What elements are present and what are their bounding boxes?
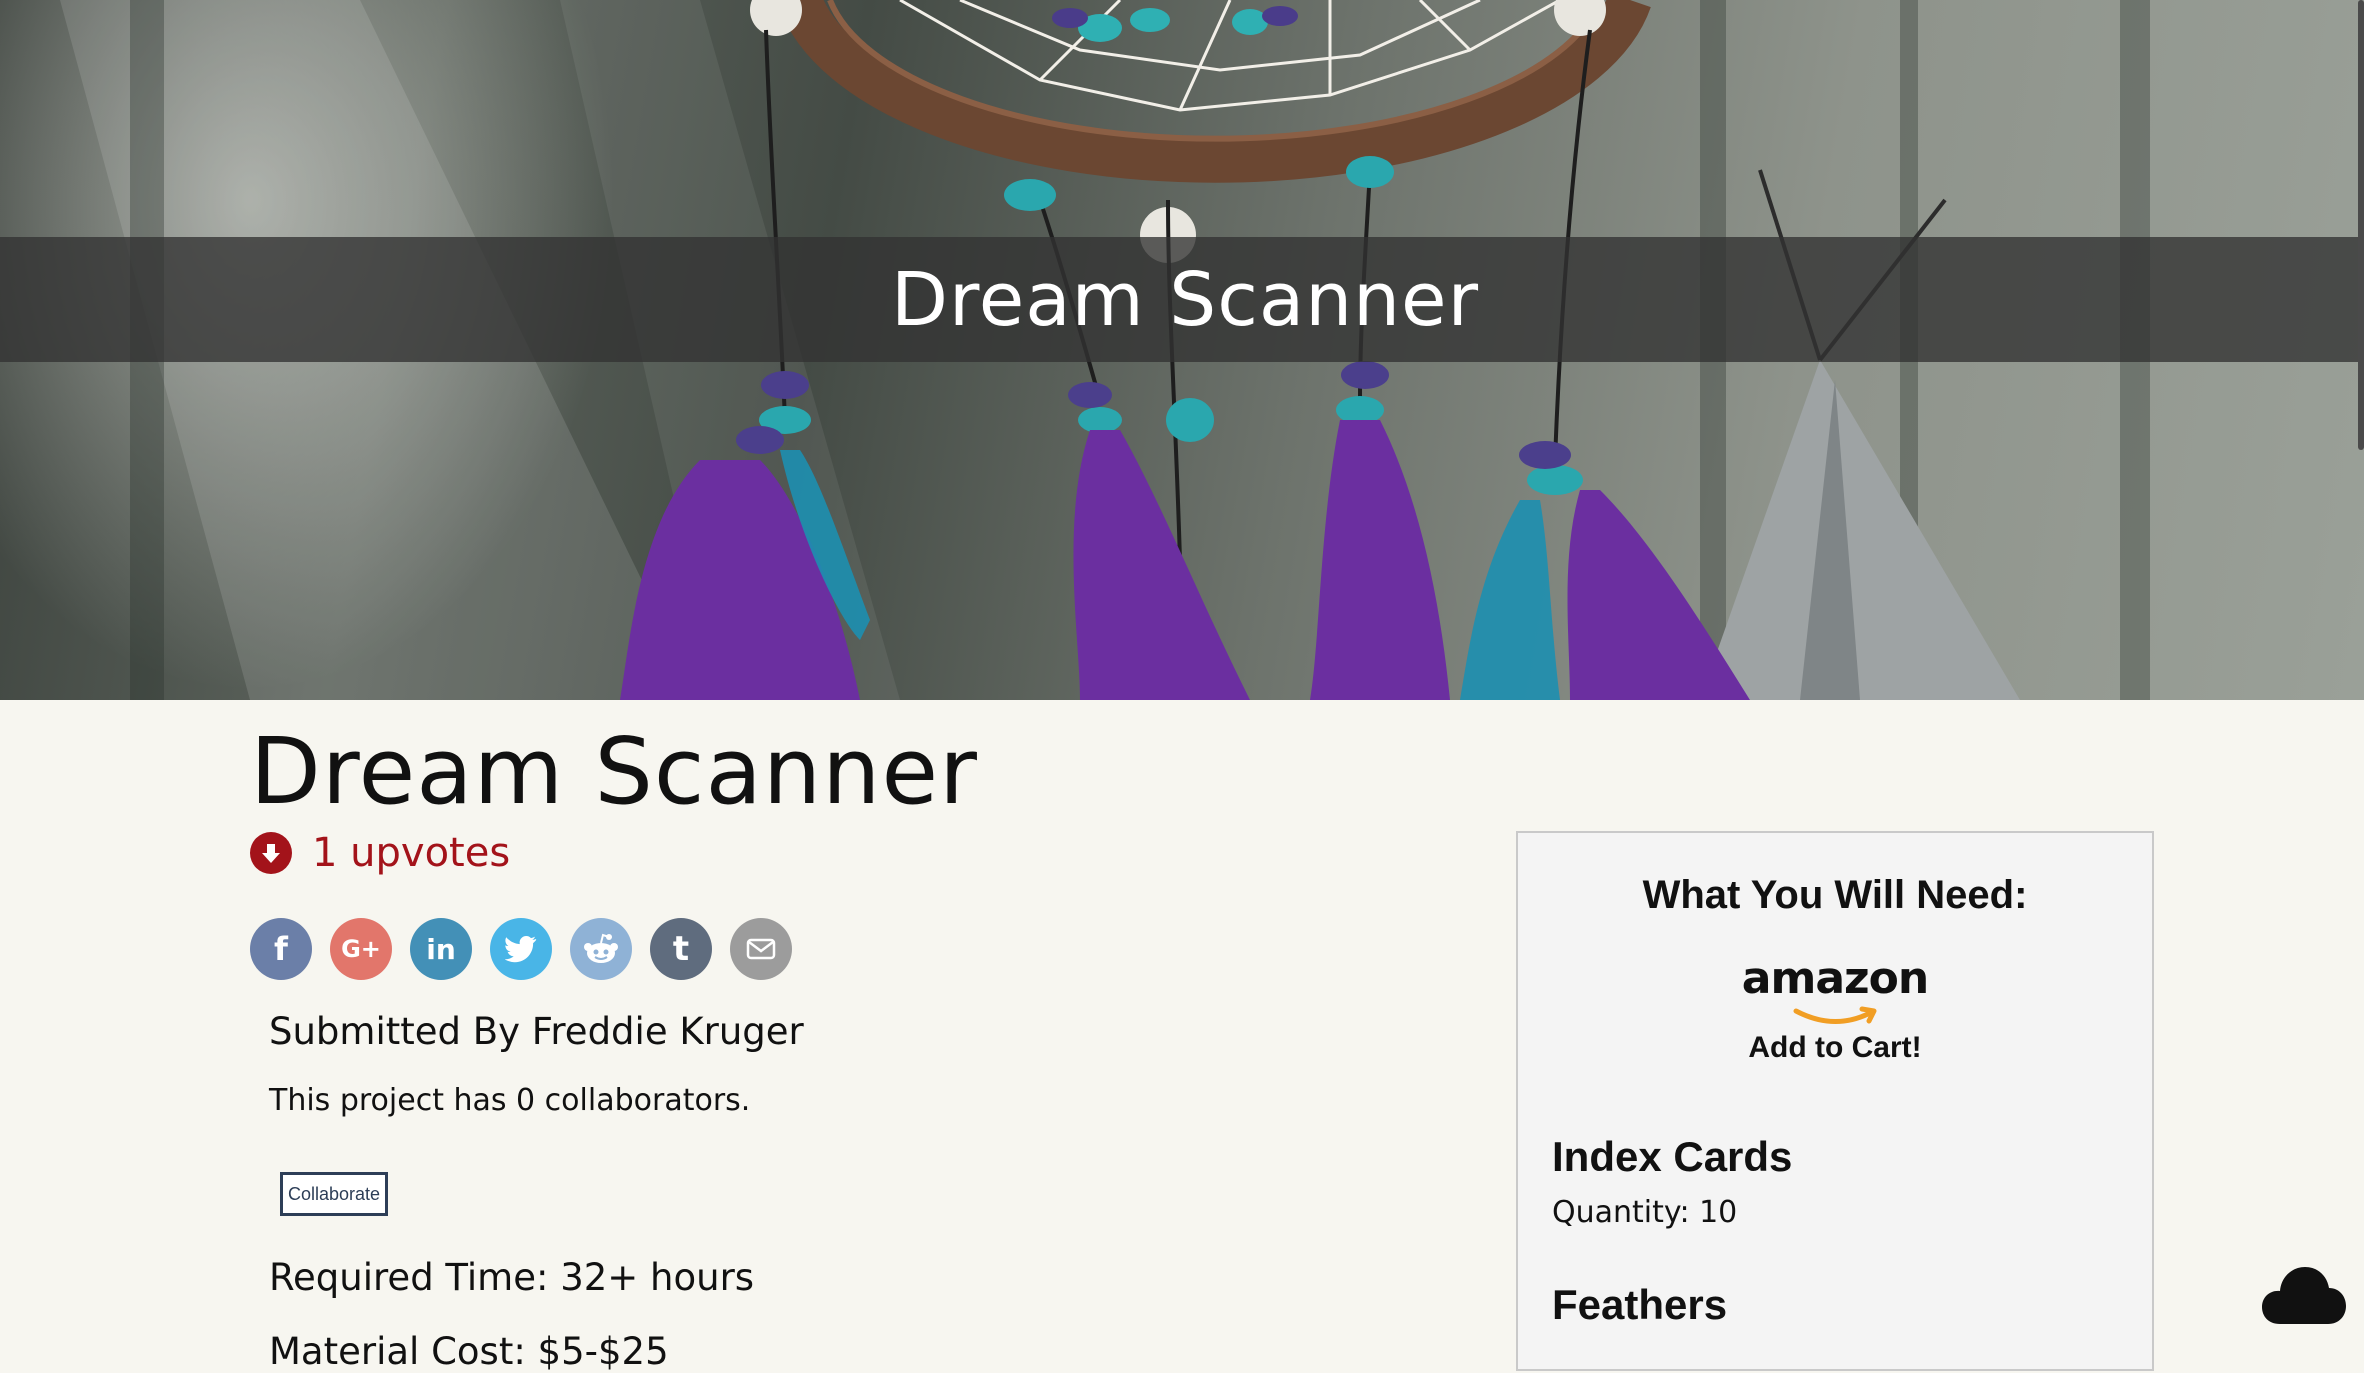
material-item-name: Index Cards: [1552, 1133, 1793, 1180]
material-cost: Material Cost: $5-$25: [269, 1330, 669, 1373]
tumblr-icon: t: [672, 929, 690, 969]
share-twitter-button[interactable]: [490, 918, 552, 980]
share-tumblr-button[interactable]: t: [650, 918, 712, 980]
amazon-logo[interactable]: amazon: [1518, 953, 2152, 1004]
material-item-quantity: Quantity: 10: [1552, 1195, 1738, 1230]
hero-banner: Dream Scanner: [0, 0, 2364, 700]
share-google-plus-button[interactable]: G+: [330, 918, 392, 980]
google-plus-icon: G+: [341, 935, 381, 963]
materials-title: What You Will Need:: [1642, 873, 2028, 917]
materials-card: What You Will Need: amazon Add to Cart! …: [1516, 831, 2154, 1371]
collaborate-button[interactable]: Collaborate: [280, 1172, 388, 1216]
share-facebook-button[interactable]: f: [250, 918, 312, 980]
amazon-smile-icon: [1793, 1006, 1877, 1024]
add-to-cart-link[interactable]: Add to Cart!: [1518, 1031, 2152, 1065]
submitted-by: Submitted By Freddie Kruger: [269, 1010, 804, 1053]
facebook-icon: f: [274, 930, 288, 968]
email-icon: [746, 938, 776, 960]
hero-title: Dream Scanner: [890, 256, 1480, 343]
twitter-icon: [505, 936, 537, 963]
material-item-name: Feathers: [1552, 1281, 1728, 1328]
cloud-icon[interactable]: [2262, 1262, 2346, 1328]
linkedin-icon: in: [426, 932, 456, 966]
share-reddit-button[interactable]: [570, 918, 632, 980]
arrow-down-icon: [262, 844, 280, 863]
hero-title-band: Dream Scanner: [0, 237, 2364, 362]
share-email-button[interactable]: [730, 918, 792, 980]
scrollbar[interactable]: [2358, 0, 2364, 450]
collaborators-count: This project has 0 collaborators.: [269, 1083, 751, 1118]
upvote-row: 1 upvotes: [250, 830, 510, 876]
share-linkedin-button[interactable]: in: [410, 918, 472, 980]
reddit-icon: [584, 933, 618, 963]
project-title: Dream Scanner: [250, 718, 978, 825]
upvote-count: 1 upvotes: [312, 830, 511, 876]
share-buttons: f G+ in t: [250, 918, 810, 980]
upvote-button[interactable]: [250, 832, 292, 874]
required-time: Required Time: 32+ hours: [269, 1256, 755, 1299]
